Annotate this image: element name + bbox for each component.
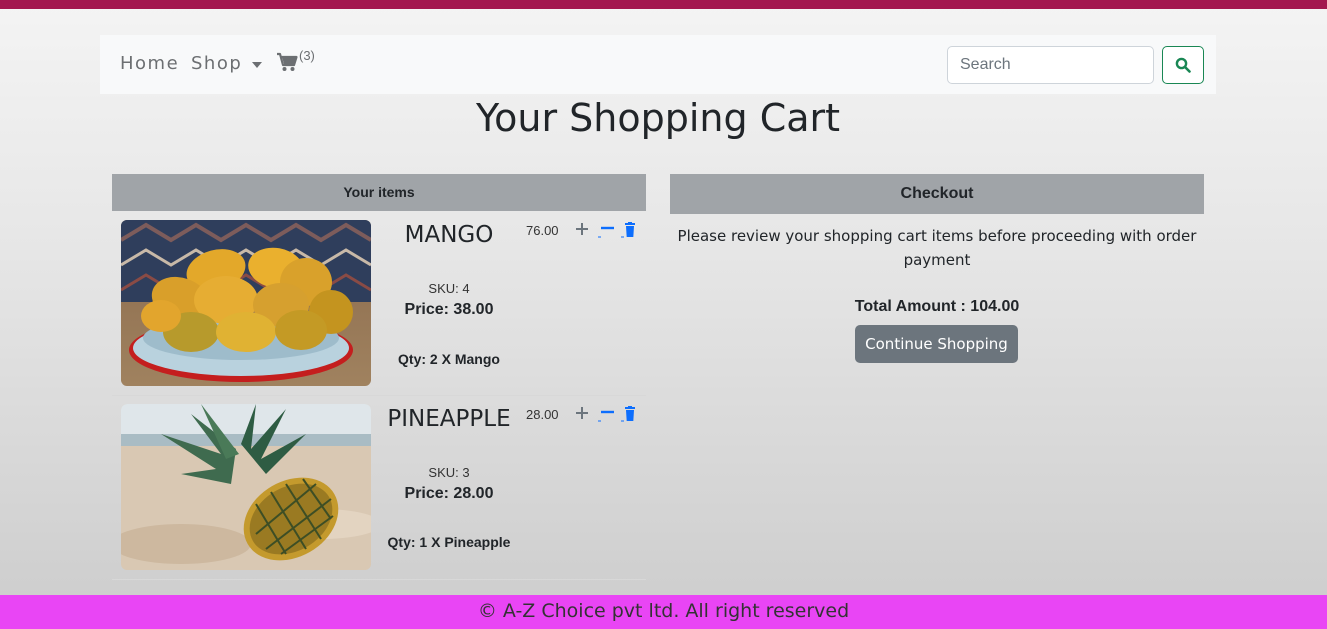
remove-item-button[interactable] — [621, 222, 637, 243]
checkout-note: Please review your shopping cart items b… — [677, 227, 1197, 269]
remove-item-button[interactable] — [621, 406, 637, 427]
trash-icon — [621, 222, 635, 238]
search-input[interactable] — [947, 46, 1154, 84]
item-price: Price: 28.00 — [404, 485, 494, 502]
footer-copyright: © A-Z Choice pvt ltd. All right reserved — [0, 595, 1327, 629]
item-line-total: 76.00 — [526, 223, 559, 238]
pineapple-image — [121, 404, 371, 570]
top-accent-bar — [0, 0, 1327, 9]
items-header: Your items — [112, 174, 646, 211]
nav-shop-label: Shop — [191, 53, 243, 74]
item-sku: SKU: 4 — [428, 281, 470, 296]
search-button[interactable] — [1162, 46, 1204, 84]
decrease-qty-button[interactable] — [597, 222, 615, 243]
item-qty: Qty: 1 X Pineapple — [387, 534, 511, 550]
navbar: Home Shop (3) — [100, 35, 1216, 94]
continue-shopping-button[interactable]: Continue Shopping — [855, 325, 1018, 363]
cart-item-pineapple: PINEAPPLE 28.00 SKU: 3 Price: 28.00 Qty:… — [112, 396, 646, 580]
item-line-total: 28.00 — [526, 407, 559, 422]
item-name: MANGO — [404, 222, 494, 248]
checkout-header: Checkout — [670, 174, 1204, 214]
plus-icon — [576, 407, 588, 419]
search-icon — [1175, 57, 1191, 73]
minus-icon — [598, 410, 614, 422]
mango-image — [121, 220, 371, 386]
nav-cart-link[interactable]: (3) — [276, 48, 315, 72]
nav-home-link[interactable]: Home — [120, 53, 179, 74]
chevron-down-icon — [252, 61, 263, 68]
increase-qty-button[interactable] — [575, 222, 589, 241]
nav-shop-dropdown[interactable]: Shop — [191, 53, 263, 74]
shopping-cart-icon — [277, 52, 298, 71]
trash-icon — [621, 406, 635, 422]
item-qty: Qty: 2 X Mango — [398, 351, 500, 367]
plus-icon — [576, 223, 588, 235]
item-price: Price: 38.00 — [404, 301, 494, 318]
total-amount: Total Amount : 104.00 — [854, 298, 1020, 315]
increase-qty-button[interactable] — [575, 406, 589, 425]
item-sku: SKU: 3 — [428, 465, 470, 480]
cart-item-mango: MANGO 76.00 SKU: 4 Price: 38.00 Qty: 2 X… — [112, 212, 646, 396]
page-title: Your Shopping Cart — [475, 96, 841, 140]
cart-count-badge: (3) — [299, 48, 315, 63]
decrease-qty-button[interactable] — [597, 406, 615, 427]
item-name: PINEAPPLE — [387, 406, 511, 432]
minus-icon — [598, 226, 614, 238]
